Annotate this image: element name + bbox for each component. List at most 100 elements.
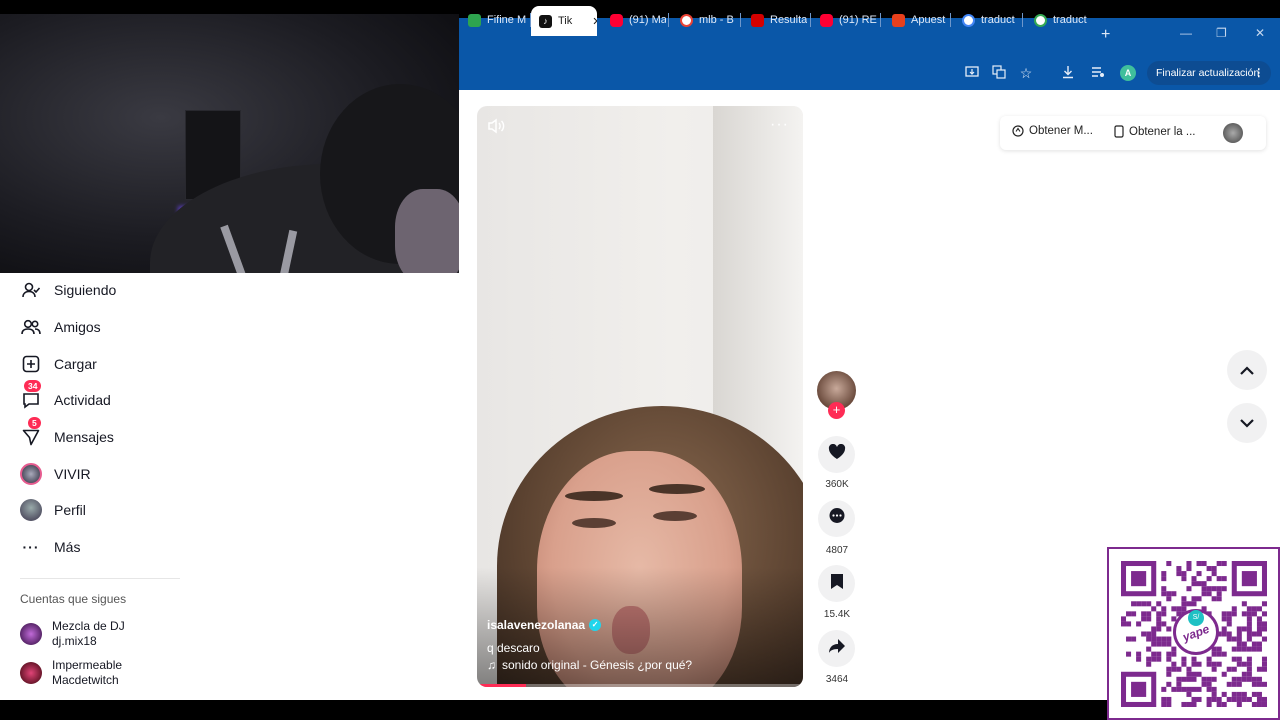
tab-youtube-2[interactable]: (91) RE <box>814 9 878 31</box>
qr-module <box>1251 641 1257 647</box>
tab-traductor-1[interactable]: traduct <box>956 9 1020 31</box>
tab-fifine[interactable]: Fifine M <box>462 9 528 31</box>
download-icon[interactable] <box>1060 65 1076 81</box>
video-progress-bar[interactable] <box>477 684 803 687</box>
video-more-icon[interactable]: ··· <box>770 116 789 134</box>
qr-module <box>1171 606 1177 612</box>
qr-module <box>1181 661 1187 667</box>
qr-module <box>1156 651 1162 657</box>
tab-apuestas[interactable]: Apuest <box>886 9 948 31</box>
qr-module <box>1191 676 1197 682</box>
video-author[interactable]: isalavenezolanaa ✓ <box>487 618 602 632</box>
qr-module <box>1191 686 1197 692</box>
qr-module <box>1206 661 1212 667</box>
sidebar-item-profile[interactable]: Perfil <box>20 499 86 521</box>
like-count: 360K <box>825 479 849 490</box>
translate-icon[interactable] <box>991 65 1007 81</box>
tab-label: (91) RE <box>839 14 877 26</box>
sidebar-item-following[interactable]: Siguiendo <box>20 279 116 301</box>
comment-button[interactable] <box>818 500 855 537</box>
finish-update-button[interactable]: Finalizar actualización ⋮ <box>1147 61 1271 85</box>
qr-module <box>1261 611 1267 617</box>
qr-module <box>1221 671 1227 677</box>
video-music[interactable]: ♫ sonido original - Génesis ¿por qué? <box>487 658 692 672</box>
tab-tiktok[interactable]: ♪ Tik ✕ <box>531 6 597 36</box>
close-tab-icon[interactable]: ✕ <box>592 15 597 28</box>
qr-module <box>1196 661 1202 667</box>
new-tab-button[interactable]: + <box>1101 26 1110 44</box>
sidebar-item-activity[interactable]: 34 Actividad <box>20 380 111 411</box>
followed-account[interactable]: Impermeable Macdetwitch <box>20 658 122 688</box>
next-video-button[interactable] <box>1227 403 1267 443</box>
qr-module <box>1246 661 1252 667</box>
share-button[interactable] <box>818 630 855 667</box>
qr-module <box>1236 681 1242 687</box>
qr-module <box>1236 661 1242 667</box>
qr-module <box>1231 696 1237 702</box>
qr-module <box>1251 676 1257 682</box>
qr-module <box>1251 631 1257 637</box>
qr-module <box>1256 616 1262 622</box>
qr-module <box>1171 686 1177 692</box>
qr-module <box>1201 681 1207 687</box>
previous-video-button[interactable] <box>1227 350 1267 390</box>
get-coins-button[interactable]: Obtener M... <box>1012 125 1093 137</box>
qr-module <box>1151 641 1157 647</box>
maximize-icon[interactable]: ❐ <box>1216 26 1227 40</box>
like-button[interactable] <box>818 436 855 473</box>
account-name: Impermeable <box>52 658 123 672</box>
qr-module <box>1166 591 1172 597</box>
bookmark-star-icon[interactable]: ☆ <box>1018 65 1034 81</box>
google-icon <box>962 13 975 27</box>
browser-menu-icon[interactable]: ⋮ <box>1254 61 1265 85</box>
profile-avatar-small <box>20 499 42 521</box>
share-count: 3464 <box>825 674 849 685</box>
volume-icon[interactable] <box>487 118 507 139</box>
qr-module <box>1186 586 1192 592</box>
video-username: isalavenezolanaa <box>487 618 586 632</box>
tab-resultados[interactable]: Resulta <box>745 9 807 31</box>
follow-plus-button[interactable]: + <box>828 402 845 419</box>
qr-module <box>1216 576 1222 582</box>
qr-module <box>1241 641 1247 647</box>
video-player[interactable]: ··· isalavenezolanaa ✓ q descaro ♫ sonid… <box>477 106 803 687</box>
qr-module <box>1251 646 1257 652</box>
get-app-button[interactable]: Obtener la ... <box>1114 125 1195 138</box>
close-window-icon[interactable]: ✕ <box>1255 26 1265 40</box>
qr-module <box>1251 701 1257 707</box>
qr-module <box>1261 601 1267 607</box>
user-avatar[interactable] <box>1223 123 1243 143</box>
minimize-icon[interactable]: — <box>1180 26 1192 40</box>
sidebar-item-messages[interactable]: 5 Mensajes <box>20 417 114 448</box>
qr-module <box>1196 596 1202 602</box>
followed-account[interactable]: Mezcla de DJ dj.mix18 <box>20 619 125 649</box>
qr-module <box>1246 631 1252 637</box>
qr-module <box>1186 686 1192 692</box>
qr-module <box>1231 656 1237 662</box>
sidebar-item-more[interactable]: ··· Más <box>20 536 81 558</box>
qr-module <box>1246 611 1252 617</box>
qr-module <box>1161 586 1167 592</box>
sidebar-item-live[interactable]: VIVIR <box>20 463 91 485</box>
qr-module <box>1196 696 1202 702</box>
qr-module <box>1151 656 1157 662</box>
tab-traductor-2[interactable]: traduct <box>1028 9 1092 31</box>
tab-mlb[interactable]: mlb - B <box>674 9 738 31</box>
save-button[interactable] <box>818 565 855 602</box>
qr-module <box>1236 691 1242 697</box>
tab-separator <box>880 13 881 27</box>
tab-youtube-1[interactable]: (91) Ma <box>604 9 666 31</box>
sidebar-item-label: Siguiendo <box>54 282 117 298</box>
qr-module <box>1156 626 1162 632</box>
qr-module <box>1251 611 1257 617</box>
qr-module <box>1226 636 1232 642</box>
install-app-icon[interactable] <box>964 65 980 81</box>
profile-avatar[interactable]: A <box>1120 65 1136 81</box>
qr-module <box>1261 696 1267 702</box>
qr-module <box>1241 696 1247 702</box>
qr-module <box>1211 661 1217 667</box>
media-control-icon[interactable] <box>1090 65 1106 81</box>
activity-icon: 34 <box>20 380 42 411</box>
sidebar-item-friends[interactable]: Amigos <box>20 316 101 338</box>
sidebar-item-upload[interactable]: Cargar <box>20 353 97 375</box>
